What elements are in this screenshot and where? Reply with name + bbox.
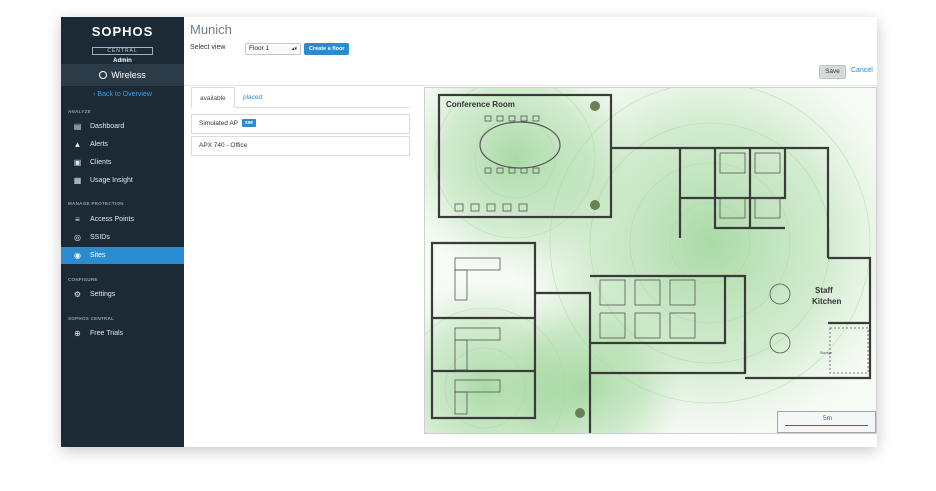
sidebar-item-label: Settings bbox=[90, 291, 116, 298]
access-point-list: Simulated AP SIM APX 740 - Office bbox=[191, 114, 410, 158]
back-link-label: Back to Overview bbox=[97, 91, 152, 98]
sidebar-item-label: Free Trials bbox=[90, 330, 124, 337]
updown-arrows-icon: ▴▾ bbox=[291, 46, 297, 52]
ap-tabs: available placed bbox=[191, 87, 410, 108]
section-analyze: ANALYZE bbox=[68, 109, 91, 114]
sim-badge: SIM bbox=[241, 119, 256, 128]
floor-select-value: Floor 1 bbox=[249, 45, 270, 52]
cancel-button[interactable]: Cancel bbox=[851, 67, 873, 74]
app-title: Wireless bbox=[111, 70, 146, 80]
sidebar-item-label: Clients bbox=[90, 159, 112, 166]
sidebar: SOPHOS CENTRAL Admin Wireless ‹ Back to … bbox=[61, 17, 184, 447]
globe-icon: ◎ bbox=[74, 233, 81, 242]
sidebar-item-clients[interactable]: ▣ Clients bbox=[61, 154, 184, 171]
logo-product: CENTRAL bbox=[92, 47, 153, 55]
app-window: SOPHOS CENTRAL Admin Wireless ‹ Back to … bbox=[61, 17, 877, 447]
section-sophos-central: SOPHOS CENTRAL bbox=[68, 316, 115, 321]
sidebar-item-sites[interactable]: ◉ Sites bbox=[61, 247, 184, 264]
tab-placed[interactable]: placed bbox=[235, 87, 270, 108]
create-floor-button[interactable]: Create a floor bbox=[304, 43, 350, 55]
room-label-conference: Conference Room bbox=[446, 100, 515, 109]
floor-plan-drawing: Storage bbox=[425, 88, 876, 433]
world-icon: ◉ bbox=[74, 251, 81, 260]
select-view-label: Select view bbox=[190, 44, 226, 51]
logo-brand: SOPHOS bbox=[91, 24, 154, 39]
list-item[interactable]: APX 740 - Office bbox=[191, 136, 410, 156]
sidebar-item-access-points[interactable]: ≡ Access Points bbox=[61, 211, 184, 228]
wifi-icon: ≡ bbox=[75, 215, 80, 224]
sidebar-item-ssids[interactable]: ◎ SSIDs bbox=[61, 229, 184, 246]
list-item[interactable]: Simulated AP SIM bbox=[191, 114, 410, 134]
section-configure: CONFIGURE bbox=[68, 277, 98, 282]
scale-label: 5m bbox=[822, 415, 833, 422]
report-icon: ▦ bbox=[73, 176, 82, 185]
floor-select[interactable]: Floor 1 ▴▾ bbox=[245, 43, 301, 55]
sidebar-item-label: Sites bbox=[90, 252, 106, 259]
save-button[interactable]: Save bbox=[819, 65, 846, 79]
plus-circle-icon: ⊕ bbox=[74, 329, 81, 338]
room-label-staff: Staff bbox=[815, 286, 833, 295]
sidebar-item-free-trials[interactable]: ⊕ Free Trials bbox=[61, 325, 184, 342]
scale-bar bbox=[785, 425, 868, 426]
room-label-kitchen: Kitchen bbox=[812, 297, 842, 306]
map-scale: 5m bbox=[777, 411, 876, 433]
sidebar-item-label: Usage Insight bbox=[90, 177, 133, 184]
main-content: Munich Select view Floor 1 ▴▾ Create a f… bbox=[184, 17, 877, 447]
sidebar-item-label: Alerts bbox=[90, 141, 108, 148]
devices-icon: ▣ bbox=[73, 158, 82, 167]
sidebar-item-label: Access Points bbox=[90, 216, 134, 223]
storage-label: Storage bbox=[820, 351, 832, 355]
warning-icon: ▲ bbox=[73, 140, 82, 149]
tab-available[interactable]: available bbox=[191, 87, 235, 108]
page-title: Munich bbox=[190, 22, 232, 37]
ap-name: Simulated AP bbox=[199, 120, 238, 127]
sidebar-item-label: SSIDs bbox=[90, 234, 110, 241]
section-manage-protection: MANAGE PROTECTION bbox=[68, 201, 124, 206]
sidebar-item-usage-insight[interactable]: ▦ Usage Insight bbox=[61, 172, 184, 189]
sidebar-item-alerts[interactable]: ▲ Alerts bbox=[61, 136, 184, 153]
sophos-logo[interactable]: SOPHOS CENTRAL Admin bbox=[61, 17, 184, 64]
floor-plan-map[interactable]: Storage Conference Room Staff Kitchen 5m bbox=[424, 87, 877, 434]
gear-icon: ⚙ bbox=[73, 290, 82, 299]
app-switcher-wireless[interactable]: Wireless bbox=[61, 64, 184, 86]
header-divider bbox=[184, 85, 877, 86]
ap-name: APX 740 - Office bbox=[199, 142, 248, 149]
sidebar-item-dashboard[interactable]: ▤ Dashboard bbox=[61, 118, 184, 135]
sidebar-item-label: Dashboard bbox=[90, 123, 125, 130]
sidebar-item-settings[interactable]: ⚙ Settings bbox=[61, 286, 184, 303]
back-to-overview-link[interactable]: ‹ Back to Overview bbox=[61, 91, 184, 98]
wireless-icon bbox=[99, 71, 108, 79]
chart-icon: ▤ bbox=[73, 122, 82, 131]
